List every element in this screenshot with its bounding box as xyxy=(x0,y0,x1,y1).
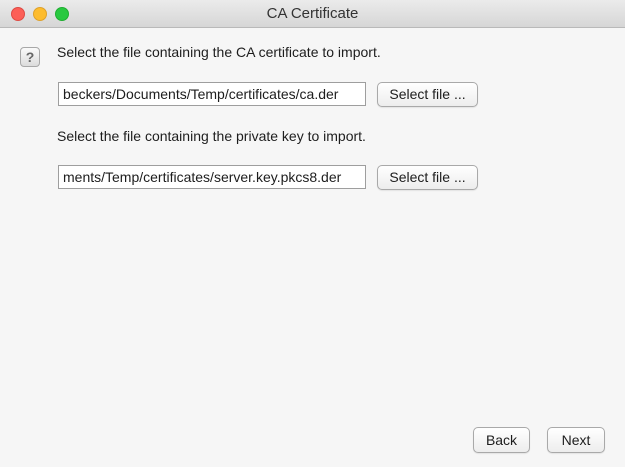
ca-certificate-prompt: Select the file containing the CA certif… xyxy=(57,44,381,60)
select-ca-file-button[interactable]: Select file ... xyxy=(377,82,478,107)
back-button[interactable]: Back xyxy=(473,427,530,453)
ca-certificate-path-field[interactable]: beckers/Documents/Temp/certificates/ca.d… xyxy=(58,82,366,106)
window-title: CA Certificate xyxy=(266,5,359,22)
dialog-window: CA Certificate ? Select the file contain… xyxy=(0,0,625,467)
private-key-prompt: Select the file containing the private k… xyxy=(57,128,366,144)
next-button[interactable]: Next xyxy=(547,427,605,453)
select-key-file-button[interactable]: Select file ... xyxy=(377,165,478,190)
private-key-path-field[interactable]: ments/Temp/certificates/server.key.pkcs8… xyxy=(58,165,366,189)
title-bar: CA Certificate xyxy=(0,0,625,28)
question-icon: ? xyxy=(20,47,40,67)
